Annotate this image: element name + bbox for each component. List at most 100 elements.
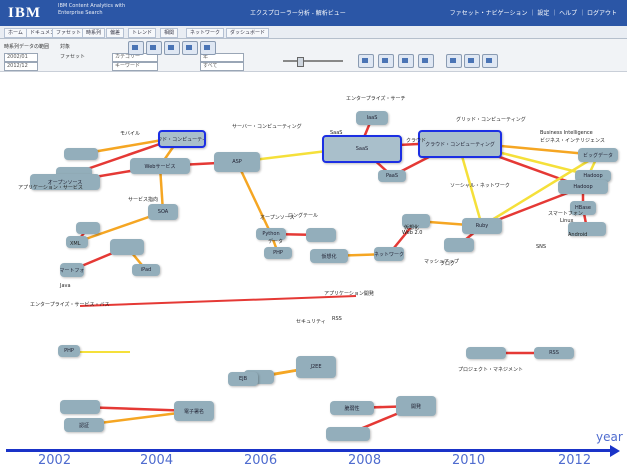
graph-node-n19[interactable]: Ruby xyxy=(462,218,502,234)
graph-node-n12[interactable]: PaaS xyxy=(378,170,406,182)
graph-node-n13[interactable]: IaaS xyxy=(356,111,388,125)
graph-node-n29[interactable] xyxy=(110,239,144,255)
graph-label-26: 仮想化 xyxy=(404,225,420,231)
tab-2[interactable]: ファセット xyxy=(52,28,86,38)
collapse-icon[interactable] xyxy=(418,54,434,68)
graph-label-2: ビジネス・インテリジェンス xyxy=(540,138,605,144)
timeline-axis-label: year xyxy=(596,430,623,444)
expand-icon[interactable] xyxy=(398,54,414,68)
header-links[interactable]: ファセット・ナビゲーション ｜ 設定 ｜ ヘルプ ｜ ログアウト xyxy=(450,8,617,17)
keyword-select[interactable]: キーワード xyxy=(112,62,158,71)
print-icon[interactable] xyxy=(182,41,198,55)
tab-8[interactable]: ダッシュボード xyxy=(226,28,270,38)
refresh-icon[interactable] xyxy=(128,41,144,55)
graph-node-n39[interactable]: 認証 xyxy=(64,418,104,432)
graph-label-8: モバイル xyxy=(120,131,141,137)
tab-7[interactable]: ネットワーク xyxy=(186,28,225,38)
toolbar: 時系列データの範囲 対象 2002/01 2012/12 ファセット カテゴリー… xyxy=(0,39,627,72)
app-name-line2: Enterprise Search xyxy=(58,10,103,16)
graph-label-9: スマートフォン xyxy=(548,211,583,217)
graph-node-n32[interactable]: EJB xyxy=(228,372,258,386)
zoom-in-icon[interactable] xyxy=(446,54,462,68)
graph-label-10: Android xyxy=(568,232,588,238)
graph-node-n36[interactable] xyxy=(326,427,370,441)
graph-node-n14[interactable]: ビッグデータ xyxy=(578,148,618,162)
graph-label-4: SaaS xyxy=(330,130,343,136)
graph-label-6: ソーシャル・ネットワーク xyxy=(450,183,510,189)
graph-node-n2[interactable]: クラウド・コンピューティング xyxy=(158,130,206,148)
range-label: 時系列データの範囲 xyxy=(4,44,50,50)
graph-node-n34[interactable]: 開発 xyxy=(396,396,436,416)
timeline-axis xyxy=(6,449,612,452)
graph-node-n38[interactable] xyxy=(60,400,100,414)
graph-label-25: クラウド xyxy=(406,138,427,144)
graph-label-7: アプリケーション・サービス xyxy=(18,185,83,191)
graph-node-n8[interactable] xyxy=(76,222,100,234)
reset-zoom-icon[interactable] xyxy=(482,54,498,68)
graph-node-n5[interactable]: ASP xyxy=(214,152,260,172)
graph-node-n28[interactable]: iPad xyxy=(132,264,160,276)
tab-6[interactable]: 相関 xyxy=(160,28,179,38)
tab-0[interactable]: ホーム xyxy=(4,28,27,38)
zoom-fit-icon[interactable] xyxy=(358,54,374,68)
graph-label-15: オープンソース xyxy=(260,215,295,221)
graph-label-21: RSS xyxy=(332,316,342,322)
graph-label-12: データ xyxy=(268,239,284,245)
graph-node-n23[interactable] xyxy=(306,228,336,242)
graph-label-0: サーバー・コンピューティング xyxy=(232,124,302,130)
graph-node-n27[interactable]: スマートフォン xyxy=(60,263,84,277)
graph-node-n31[interactable]: J2EE xyxy=(296,356,336,378)
copy-icon[interactable] xyxy=(146,41,162,55)
graph-node-n25[interactable]: ネットワーク xyxy=(374,247,404,261)
graph-node-n10[interactable]: SaaS xyxy=(322,135,402,163)
app-name: IBM Content Analytics with Enterprise Se… xyxy=(58,3,125,17)
window-title: エクスプローラー分析 - 解析ビュー xyxy=(250,10,346,17)
zoom-slider-track[interactable] xyxy=(283,60,343,62)
end-date-select[interactable]: 2012/12 xyxy=(4,62,38,71)
graph-node-n26[interactable] xyxy=(444,238,474,252)
ibm-logo: IBM xyxy=(8,5,41,21)
zoom-out-icon[interactable] xyxy=(464,54,480,68)
graph-label-16: エンタープライズ・サービス・バス xyxy=(30,302,110,308)
tab-4[interactable]: 偏差 xyxy=(106,28,125,38)
graph-node-n6[interactable]: SOA xyxy=(148,204,178,220)
app-name-line1: IBM Content Analytics with xyxy=(58,3,126,9)
graph-label-17: アプリケーション開発 xyxy=(324,291,374,297)
graph-label-3: Business Intelligence xyxy=(540,130,593,136)
graph-label-24: Java xyxy=(60,283,71,289)
graph-node-n24[interactable]: 仮想化 xyxy=(310,249,348,263)
graph-node-n35[interactable]: 脆弱性 xyxy=(330,401,374,415)
graph-node-n41[interactable]: RSS xyxy=(534,347,574,359)
target-label: 対象 xyxy=(60,44,71,50)
graph-label-5: グリッド・コンピューティング xyxy=(456,117,526,123)
tab-3[interactable]: 時系列 xyxy=(82,28,106,38)
graph-label-22: ブログ xyxy=(440,261,456,267)
graph-node-n4[interactable]: Webサービス xyxy=(130,158,190,174)
graph-node-n22[interactable]: PHP xyxy=(264,247,292,259)
graph-label-11: Linux xyxy=(560,218,574,224)
graph-node-n40[interactable] xyxy=(466,347,506,359)
tab-5[interactable]: トレンド xyxy=(128,28,157,38)
zoom-slider-handle[interactable] xyxy=(297,57,304,67)
graph-node-n16[interactable]: Hadoop xyxy=(558,180,608,194)
graph-label-28: プロジェクト・マネジメント xyxy=(458,367,524,373)
graph-node-n37[interactable]: 電子署名 xyxy=(174,401,214,421)
graph-node-n1[interactable] xyxy=(64,148,98,160)
graph-edge-long xyxy=(79,295,357,307)
timeline-arrow-icon xyxy=(610,445,620,457)
export-icon[interactable] xyxy=(200,41,216,55)
graph-node-n11[interactable]: クラウド・コンピューティング xyxy=(418,130,502,158)
graph-label-1: エンタープライズ・サーチ xyxy=(346,96,406,102)
graph-node-n33[interactable]: PHP xyxy=(58,345,80,357)
graph-label-23: SNS xyxy=(536,244,547,250)
layout-icon[interactable] xyxy=(378,54,394,68)
title-bar: IBM IBM Content Analytics with Enterpris… xyxy=(0,0,627,26)
graph-edge-28 xyxy=(235,161,273,235)
graph-label-18: XML xyxy=(70,241,81,247)
save-icon[interactable] xyxy=(164,41,180,55)
start-date-select[interactable]: 2002/01 xyxy=(4,53,38,62)
graph-label-14: サービス指向 xyxy=(128,197,159,203)
scope-select[interactable]: すべて xyxy=(200,62,244,71)
graph-label-27: セキュリティ xyxy=(296,319,326,325)
facet-label: ファセット xyxy=(60,54,86,60)
